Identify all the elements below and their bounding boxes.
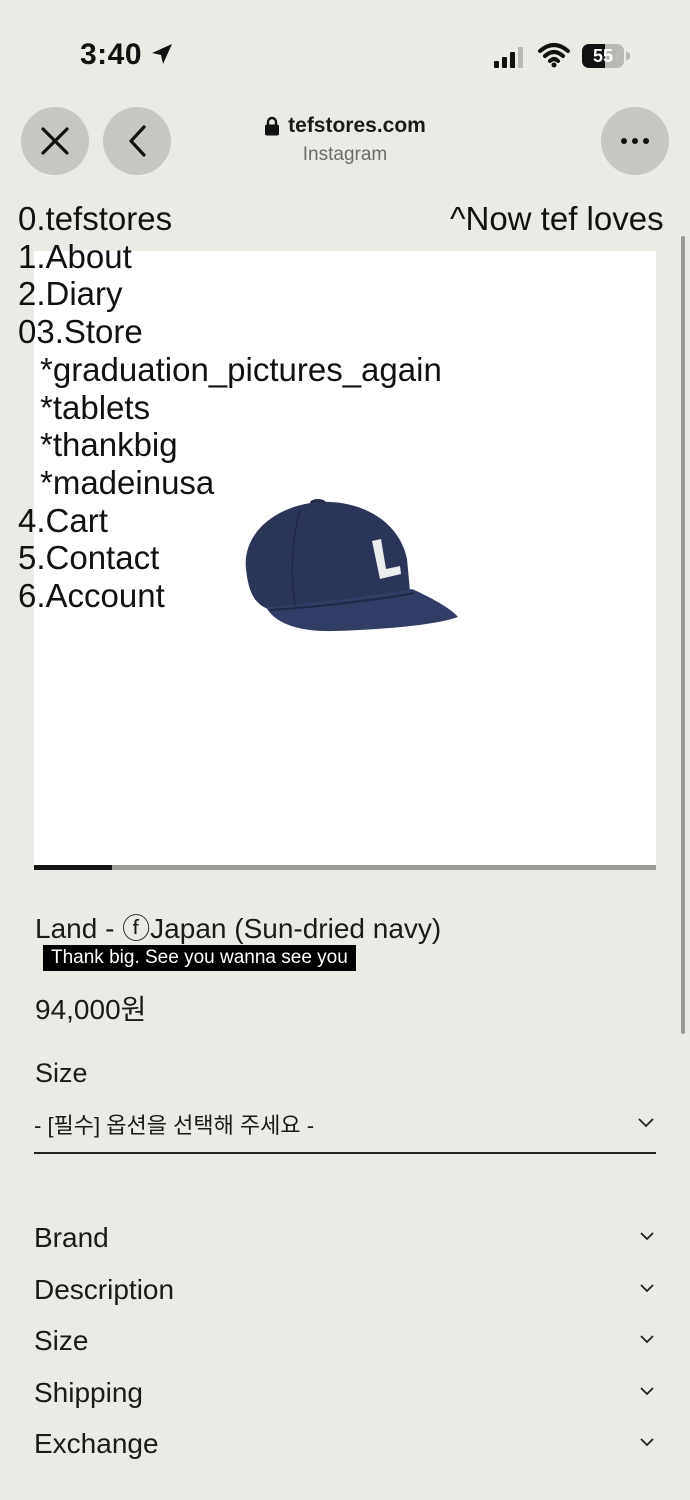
- accordion-item[interactable]: Shipping: [34, 1377, 656, 1429]
- size-select-value: - [필수] 옵션을 선택해 주세요 -: [34, 1113, 315, 1138]
- size-select[interactable]: - [필수] 옵션을 선택해 주세요 -: [34, 1104, 656, 1154]
- chevron-down-icon: [640, 1438, 654, 1447]
- menu-item[interactable]: *tablets: [18, 389, 442, 427]
- accordion-label: Size: [34, 1325, 89, 1356]
- chevron-down-icon: [640, 1283, 654, 1292]
- menu-item[interactable]: 2.Diary: [18, 275, 442, 313]
- menu-item[interactable]: 6.Account: [18, 577, 442, 615]
- product-price: 94,000원: [35, 994, 147, 1025]
- chevron-down-icon: [640, 1232, 654, 1241]
- now-tef-loves-link[interactable]: ^Now tef loves: [450, 200, 664, 238]
- menu-item[interactable]: 5.Contact: [18, 539, 442, 577]
- url-domain: tefstores.com: [288, 114, 426, 137]
- battery-percent: 55: [592, 46, 614, 66]
- signal-icon: [494, 47, 523, 68]
- url-subtitle: Instagram: [302, 144, 388, 165]
- image-slider-progress: [34, 865, 656, 870]
- accordion-item[interactable]: Exchange: [34, 1428, 656, 1480]
- chevron-down-icon: [640, 1386, 654, 1395]
- accordion-item[interactable]: Size: [34, 1325, 656, 1377]
- back-button[interactable]: [103, 107, 171, 175]
- menu-item[interactable]: *thankbig: [18, 426, 442, 464]
- menu-item[interactable]: *graduation_pictures_again: [18, 351, 442, 389]
- menu-item[interactable]: 03.Store: [18, 313, 442, 351]
- more-button[interactable]: [601, 107, 669, 175]
- battery-icon: 55: [582, 44, 630, 68]
- lock-icon: [265, 116, 280, 136]
- menu-item[interactable]: 0.tefstores: [18, 200, 442, 238]
- accordion-item[interactable]: Brand: [34, 1222, 656, 1274]
- size-option-label: Size: [35, 1058, 88, 1088]
- accordion-label: Shipping: [34, 1376, 143, 1408]
- accordion-label: Brand: [34, 1222, 109, 1253]
- status-bar: 3:40 55: [0, 0, 690, 100]
- more-icon: [621, 138, 649, 144]
- back-icon: [129, 125, 146, 157]
- wifi-icon: [538, 43, 570, 68]
- chevron-down-icon: [640, 1335, 654, 1344]
- location-arrow-icon: [152, 44, 172, 64]
- accordion-label: Exchange: [34, 1428, 159, 1459]
- close-button[interactable]: [21, 107, 89, 175]
- page-scrollbar[interactable]: [681, 236, 685, 1034]
- menu-item[interactable]: *madeinusa: [18, 464, 442, 502]
- chevron-down-icon: [638, 1118, 654, 1128]
- product-info-accordion: Brand Description Size Shipping Exchange: [34, 1222, 656, 1480]
- product-name: Land - ⓕJapan (Sun-dried navy): [35, 913, 442, 944]
- site-menu: 0.tefstores 1.About 2.Diary 03.Store *gradua…: [18, 200, 442, 615]
- menu-item[interactable]: 4.Cart: [18, 502, 442, 540]
- accordion-label: Description: [34, 1273, 175, 1305]
- close-icon: [41, 127, 69, 155]
- accordion-item[interactable]: Description: [34, 1274, 656, 1326]
- address-bar[interactable]: tefstores.com Instagram: [200, 114, 490, 166]
- product-tagline: Thank big. See you wanna see you: [43, 945, 356, 971]
- menu-item[interactable]: 1.About: [18, 238, 442, 276]
- status-time: 3:40: [80, 38, 143, 71]
